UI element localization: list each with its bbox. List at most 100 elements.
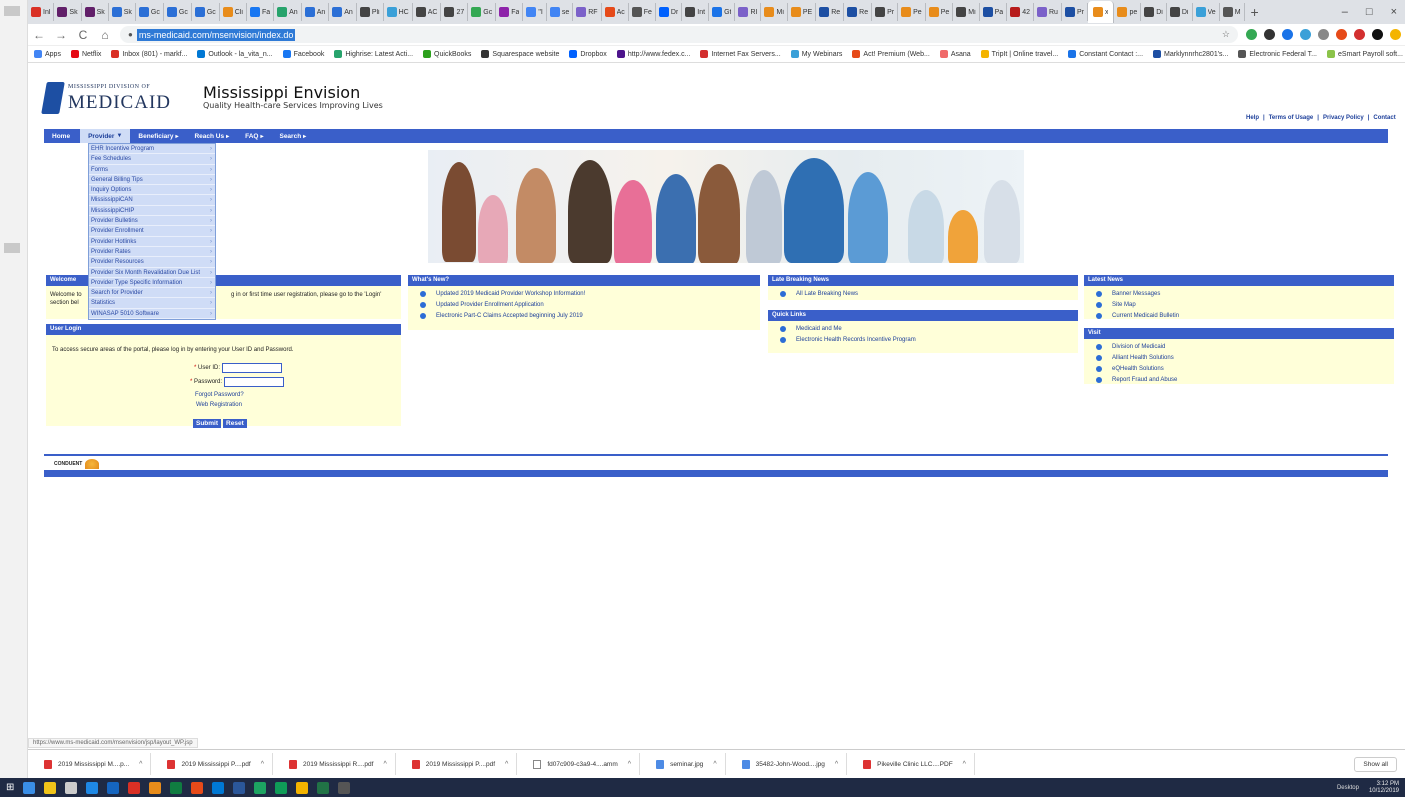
taskbar-app-icon[interactable] <box>44 781 57 794</box>
extension-icon[interactable] <box>1300 29 1311 40</box>
provider-menu-item[interactable]: Provider Bulletins <box>89 216 215 227</box>
nav-beneficiary[interactable]: Beneficiary ▸ <box>130 129 186 143</box>
browser-tab[interactable]: An <box>329 3 357 21</box>
download-item[interactable]: 35482-John-Wood....jpg ^ <box>734 753 848 775</box>
home-button[interactable]: ⌂ <box>98 28 112 42</box>
reset-button[interactable]: Reset <box>223 419 247 428</box>
taskbar-app-icon[interactable] <box>212 781 225 794</box>
news-link[interactable]: Updated 2019 Medicaid Provider Workshop … <box>408 289 760 300</box>
browser-tab[interactable]: Gc <box>164 3 192 21</box>
browser-tab[interactable]: PE <box>788 3 817 21</box>
taskbar-app-icon[interactable] <box>338 781 351 794</box>
browser-tab[interactable]: Fa <box>247 3 275 21</box>
provider-menu-item[interactable]: Provider Resources <box>89 257 215 268</box>
star-icon[interactable]: ☆ <box>1222 29 1230 40</box>
taskbar-app-icon[interactable] <box>86 781 99 794</box>
download-options-chevron-icon[interactable]: ^ <box>261 761 264 768</box>
news-link[interactable]: Banner Messages <box>1084 289 1394 300</box>
browser-tab[interactable]: Fe <box>629 3 656 21</box>
browser-tab[interactable]: An <box>302 3 330 21</box>
download-item[interactable]: 2019 Mississippi R....pdf ^ <box>281 753 396 775</box>
browser-tab[interactable]: An <box>274 3 302 21</box>
forgot-password-link[interactable]: Forgot Password? <box>195 392 244 398</box>
provider-menu-item[interactable]: Statistics <box>89 298 215 309</box>
news-link[interactable]: Updated Provider Enrollment Application <box>408 300 760 311</box>
browser-tab[interactable]: Re <box>816 3 845 21</box>
browser-tab[interactable]: Gc <box>468 3 497 21</box>
nav-search[interactable]: Search ▸ <box>271 129 314 143</box>
bookmark-item[interactable]: Squarespace website <box>481 50 559 58</box>
bookmark-item[interactable]: My Webinars <box>790 50 842 58</box>
browser-tab[interactable]: M <box>1220 3 1245 21</box>
taskbar-app-icon[interactable] <box>128 781 141 794</box>
top-link[interactable]: Help <box>1246 115 1259 121</box>
browser-tab[interactable]: Fa <box>496 3 524 21</box>
provider-menu-item[interactable]: EHR Incentive Program <box>89 144 215 155</box>
user-id-input[interactable] <box>222 363 283 373</box>
browser-tab[interactable]: Sk <box>82 3 109 21</box>
browser-tab[interactable]: Pe <box>898 3 926 21</box>
download-item[interactable]: 2019 Mississippi M....p... ^ <box>36 753 152 775</box>
forward-button[interactable]: → <box>54 28 68 42</box>
news-link[interactable]: Site Map <box>1084 300 1394 311</box>
submit-button[interactable]: Submit <box>193 419 222 428</box>
browser-tab[interactable]: RI <box>735 3 762 21</box>
extension-icon[interactable] <box>1264 29 1275 40</box>
top-link[interactable]: Privacy Policy <box>1323 115 1364 121</box>
browser-tab[interactable]: se <box>547 3 574 21</box>
medicaid-logo[interactable]: MISSISSIPPI DIVISION OF MEDICAID <box>41 79 174 117</box>
news-link[interactable]: Medicaid and Me <box>768 324 1078 335</box>
provider-menu-item[interactable]: MississippiCAN <box>89 195 215 206</box>
news-link[interactable]: Electronic Health Records Incentive Prog… <box>768 335 1078 346</box>
clock[interactable]: 3:12 PM 10/12/2019 <box>1369 781 1399 795</box>
browser-tab[interactable]: Dr <box>656 3 683 21</box>
close-button[interactable]: × <box>1391 6 1397 18</box>
browser-tab[interactable]: Gc <box>136 3 164 21</box>
download-options-chevron-icon[interactable]: ^ <box>505 761 508 768</box>
news-link[interactable]: Current Medicaid Bulletin <box>1084 311 1394 322</box>
provider-menu-item[interactable]: Provider Hotlinks <box>89 237 215 247</box>
extension-icon[interactable] <box>1372 29 1383 40</box>
profile-avatar[interactable] <box>1390 29 1401 40</box>
provider-menu-item[interactable]: Provider Enrollment <box>89 226 215 237</box>
desktop-toolbar-label[interactable]: Desktop <box>1337 785 1359 791</box>
bookmark-item[interactable]: Facebook <box>282 50 324 58</box>
browser-tab[interactable]: pe <box>1114 3 1142 21</box>
bookmark-item[interactable]: Outlook - la_vita_n... <box>197 50 273 58</box>
browser-tab[interactable]: Int <box>682 3 710 21</box>
tab-close-icon[interactable]: x <box>1105 9 1109 16</box>
windows-start-icon[interactable]: ⊞ <box>6 782 14 793</box>
provider-menu-item[interactable]: General Billing Tips <box>89 175 215 185</box>
show-all-button[interactable]: Show all <box>1354 756 1397 772</box>
news-link[interactable]: Division of Medicaid <box>1084 342 1394 353</box>
browser-tab[interactable]: Inl <box>28 3 55 21</box>
browser-tab[interactable]: Re <box>844 3 873 21</box>
browser-tab[interactable]: AC <box>413 3 442 21</box>
bookmark-item[interactable]: QuickBooks <box>423 50 471 58</box>
browser-tab[interactable]: Pr <box>1062 3 1088 21</box>
bookmark-item[interactable]: Internet Fax Servers... <box>700 50 781 58</box>
download-item[interactable]: fd07c909-c3a9-4....amm ^ <box>525 753 641 775</box>
bookmark-item[interactable]: http://www.fedex.c... <box>616 50 690 58</box>
bookmark-item[interactable]: eSmart Payroll soft... <box>1326 50 1403 58</box>
download-options-chevron-icon[interactable]: ^ <box>628 761 631 768</box>
download-item[interactable]: seminar.jpg ^ <box>648 753 726 775</box>
maximize-button[interactable]: □ <box>1366 6 1373 18</box>
browser-tab[interactable]: Pr <box>872 3 899 21</box>
new-tab-button[interactable]: + <box>1245 4 1265 20</box>
bookmark-item[interactable]: Act! Premium (Web... <box>852 50 930 58</box>
web-registration-link[interactable]: Web Registration <box>196 402 242 408</box>
browser-tab[interactable]: Ru <box>1034 3 1062 21</box>
provider-menu-item[interactable]: MississippiCHIP <box>89 206 215 216</box>
download-options-chevron-icon[interactable]: ^ <box>963 761 966 768</box>
download-options-chevron-icon[interactable]: ^ <box>383 761 386 768</box>
extension-icon[interactable] <box>1246 29 1257 40</box>
nav-provider[interactable]: Provider ▼ <box>80 129 131 143</box>
download-icon[interactable] <box>1282 29 1293 40</box>
browser-tab[interactable]: 42 <box>1007 3 1034 21</box>
bookmark-item[interactable]: Marklynnrhc2801's... <box>1153 50 1228 58</box>
browser-tab[interactable]: Pli <box>357 3 384 21</box>
taskbar-app-icon[interactable] <box>254 781 267 794</box>
browser-tab[interactable]: Pe <box>926 3 954 21</box>
browser-tab[interactable]: Gc <box>192 3 220 21</box>
